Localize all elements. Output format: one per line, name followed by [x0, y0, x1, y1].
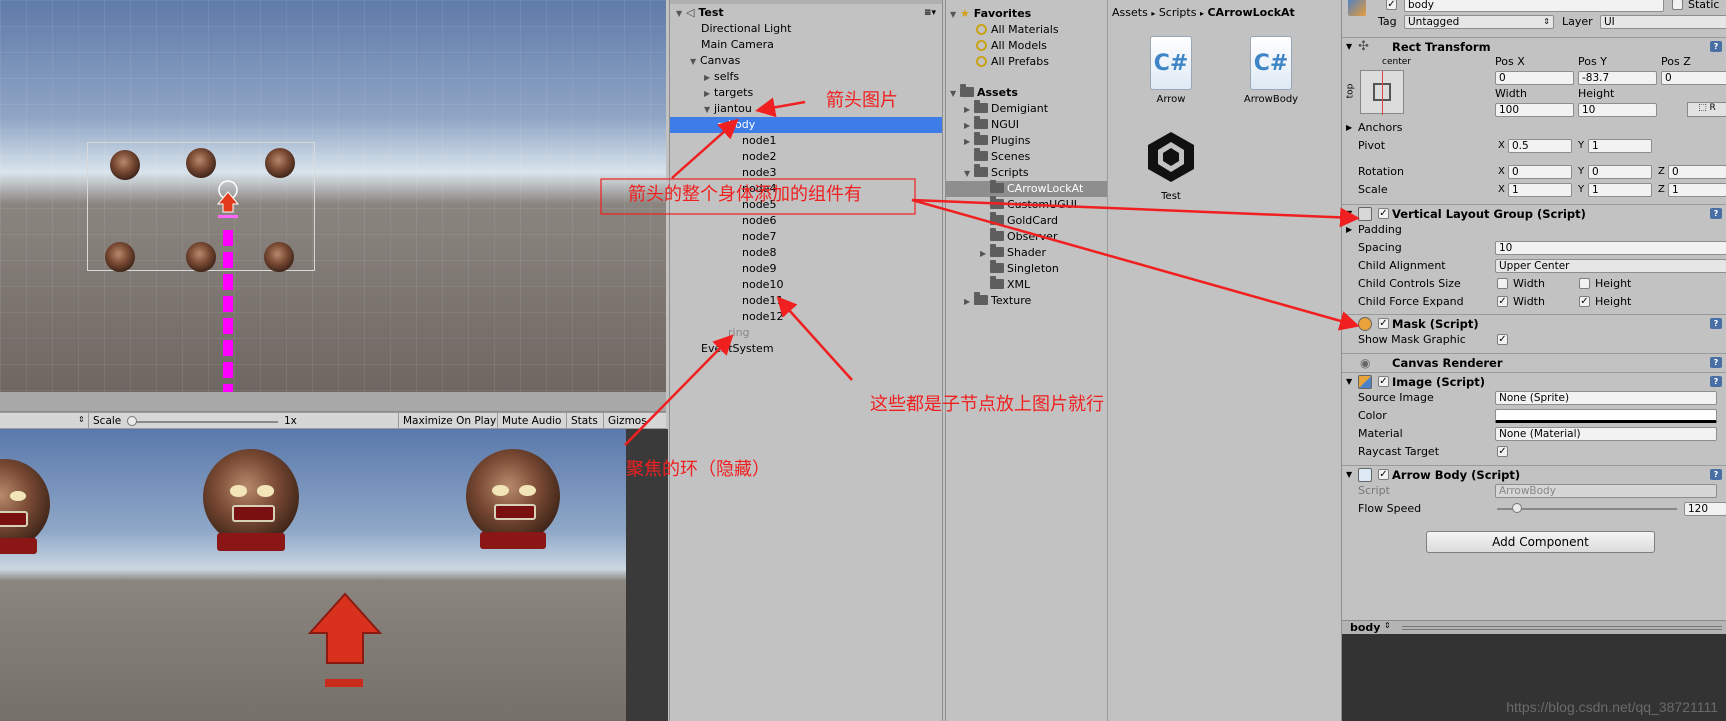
annotation-arrow-image: 箭头图片	[826, 90, 898, 111]
annotation-ring: 聚焦的环（隐藏）	[626, 459, 770, 480]
watermark: https://blog.csdn.net/qq_38721111	[1506, 699, 1718, 715]
annotation-children: 这些都是子节点放上图片就行	[870, 394, 1104, 415]
annotation-components: 箭头的整个身体添加的组件有	[628, 184, 862, 205]
